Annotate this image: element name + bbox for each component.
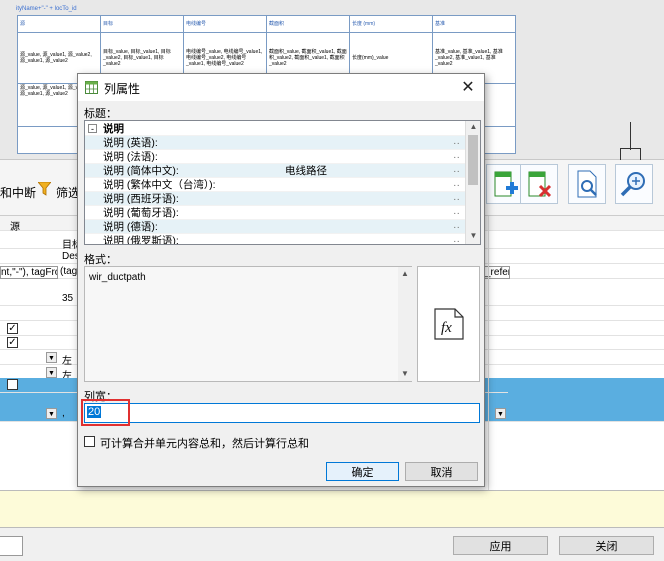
tree-item-name: 说明 (简体中文): bbox=[103, 165, 179, 177]
scroll-down-icon[interactable]: ▼ bbox=[398, 369, 412, 378]
zoom-icon bbox=[620, 172, 645, 197]
dropdown-arrow-icon[interactable]: ▼ bbox=[495, 408, 506, 419]
tree-item-name: 说明 (德语): bbox=[103, 221, 158, 233]
add-column-button[interactable] bbox=[486, 164, 524, 204]
tree-item-name: 说明 (英语): bbox=[103, 137, 158, 149]
tree-item-value[interactable]: 电线路径 bbox=[285, 164, 327, 178]
grid-cell: , bbox=[62, 408, 65, 419]
toolbar-label[interactable]: 和中断 bbox=[0, 184, 36, 201]
scroll-thumb[interactable] bbox=[468, 135, 478, 185]
apply-button[interactable]: 应用 bbox=[453, 536, 548, 555]
dropdown-arrow-icon[interactable]: ▼ bbox=[46, 352, 57, 363]
caption-label: 标题： bbox=[84, 108, 117, 120]
scroll-down-icon[interactable]: ▼ bbox=[466, 231, 480, 240]
collapse-icon[interactable]: - bbox=[88, 124, 97, 134]
tree-item-name: 说明 (西班牙语): bbox=[103, 193, 179, 205]
preview-header-cell: 截面积 bbox=[266, 15, 350, 33]
formula-text: ityName+"-" + locTo_id bbox=[16, 6, 77, 12]
preview-header-cell: 长度 (mm) bbox=[349, 15, 433, 33]
format-label: 格式： bbox=[84, 254, 117, 266]
highlight-box bbox=[81, 399, 130, 426]
tree-scrollbar[interactable]: ▲ ▼ bbox=[465, 121, 480, 244]
ellipsis-icon[interactable]: ·· bbox=[453, 206, 460, 220]
footer-bar: 应用 关闭 bbox=[0, 528, 664, 561]
ellipsis-icon[interactable]: ·· bbox=[453, 150, 460, 164]
caption-tree[interactable]: - 说明 说明 (英语): ·· 说明 (法语): ·· 说明 (简体中文): … bbox=[84, 120, 481, 245]
ok-button[interactable]: 确定 bbox=[326, 462, 399, 481]
tree-item[interactable]: 说明 (德语): ·· bbox=[85, 220, 465, 234]
grid-header-cell: 源 bbox=[10, 222, 20, 233]
dropdown-arrow-icon[interactable]: ▼ bbox=[46, 367, 57, 378]
wire-symbol bbox=[630, 122, 631, 150]
grid-checkbox[interactable] bbox=[7, 379, 18, 390]
close-button[interactable]: 关闭 bbox=[559, 536, 654, 555]
function-icon: fx bbox=[434, 308, 464, 340]
ellipsis-icon[interactable]: ·· bbox=[453, 178, 460, 192]
grid-cell[interactable]: nt,"-"), tagFro bbox=[0, 266, 58, 279]
tree-item[interactable]: 说明 (葡萄牙语): ·· bbox=[85, 206, 465, 220]
svg-text:fx: fx bbox=[441, 320, 452, 336]
close-icon[interactable]: ✕ bbox=[456, 77, 480, 97]
tree-item-name: 说明 (俄罗斯语): bbox=[103, 235, 179, 245]
tree-item[interactable]: 说明 (西班牙语): ·· bbox=[85, 192, 465, 206]
delete-column-button[interactable] bbox=[520, 164, 558, 204]
ellipsis-icon[interactable]: ·· bbox=[453, 220, 460, 234]
wire-symbol bbox=[640, 148, 641, 160]
sum-checkbox-label: 可计算合并单元内容总和，然后计算行总和 bbox=[100, 438, 309, 450]
preview-header-cell: 源 bbox=[17, 15, 101, 33]
scroll-up-icon[interactable]: ▲ bbox=[466, 122, 480, 131]
format-value: wir_ductpath bbox=[89, 272, 146, 283]
tree-item-name: 说明 (法语): bbox=[103, 151, 158, 163]
tree-root-label: 说明 bbox=[103, 123, 124, 135]
function-button[interactable]: fx bbox=[417, 266, 480, 382]
cancel-button[interactable]: 取消 bbox=[405, 462, 478, 481]
dropdown-arrow-icon[interactable]: ▼ bbox=[46, 408, 57, 419]
tree-item[interactable]: 说明 (英语): ·· bbox=[85, 136, 465, 150]
notes-area[interactable] bbox=[0, 490, 664, 528]
zoom-button[interactable] bbox=[615, 164, 653, 204]
tree-item[interactable]: 说明 (法语): ·· bbox=[85, 150, 465, 164]
preview-header-cell: 电线编号 bbox=[183, 15, 267, 33]
wire-symbol bbox=[620, 148, 621, 160]
preview-header-cell: 基准 bbox=[432, 15, 516, 33]
column-properties-dialog: 列属性 ✕ 标题： - 说明 说明 (英语): ·· 说明 (法语): ·· 说… bbox=[77, 73, 485, 487]
grid-divider bbox=[488, 216, 489, 491]
grid-cell: (tag bbox=[60, 266, 78, 277]
ellipsis-icon[interactable]: ·· bbox=[453, 234, 460, 244]
column-width-input[interactable]: 20 bbox=[84, 403, 480, 423]
add-column-icon bbox=[494, 171, 518, 197]
preview-header-cell: 目标 bbox=[100, 15, 184, 33]
tree-item[interactable]: 说明 (俄罗斯语): ·· bbox=[85, 234, 465, 245]
ellipsis-icon[interactable]: ·· bbox=[453, 192, 460, 206]
preview-button[interactable] bbox=[568, 164, 606, 204]
tree-item-name: 说明 (繁体中文（台湾）): bbox=[103, 179, 216, 191]
format-textarea[interactable]: wir_ductpath ▲ ▼ bbox=[84, 266, 412, 382]
wire-symbol bbox=[620, 148, 640, 149]
scroll-up-icon[interactable]: ▲ bbox=[398, 269, 412, 278]
document-search-icon bbox=[577, 170, 597, 198]
grid-checkbox[interactable]: ✓ bbox=[7, 323, 18, 334]
selection-fill bbox=[508, 378, 664, 393]
footer-input[interactable] bbox=[0, 536, 23, 556]
tree-item[interactable]: 说明 (繁体中文（台湾）): ·· bbox=[85, 178, 465, 192]
filter-icon[interactable] bbox=[37, 181, 52, 199]
grid-checkbox[interactable]: ✓ bbox=[7, 337, 18, 348]
tree-item[interactable]: 说明 (简体中文): 电线路径 ·· bbox=[85, 164, 465, 178]
dialog-title: 列属性 bbox=[104, 82, 141, 96]
format-scrollbar[interactable]: ▲ ▼ bbox=[398, 267, 412, 381]
grid-cell: 35 bbox=[62, 293, 74, 304]
tree-root-row[interactable]: - 说明 bbox=[85, 122, 465, 136]
ellipsis-icon[interactable]: ·· bbox=[453, 136, 460, 150]
ellipsis-icon[interactable]: ·· bbox=[453, 164, 460, 178]
sum-checkbox[interactable] bbox=[84, 436, 95, 447]
delete-column-icon bbox=[528, 171, 552, 198]
tree-item-name: 说明 (葡萄牙语): bbox=[103, 207, 179, 219]
table-icon bbox=[85, 81, 98, 97]
dialog-titlebar[interactable]: 列属性 ✕ bbox=[78, 74, 484, 101]
